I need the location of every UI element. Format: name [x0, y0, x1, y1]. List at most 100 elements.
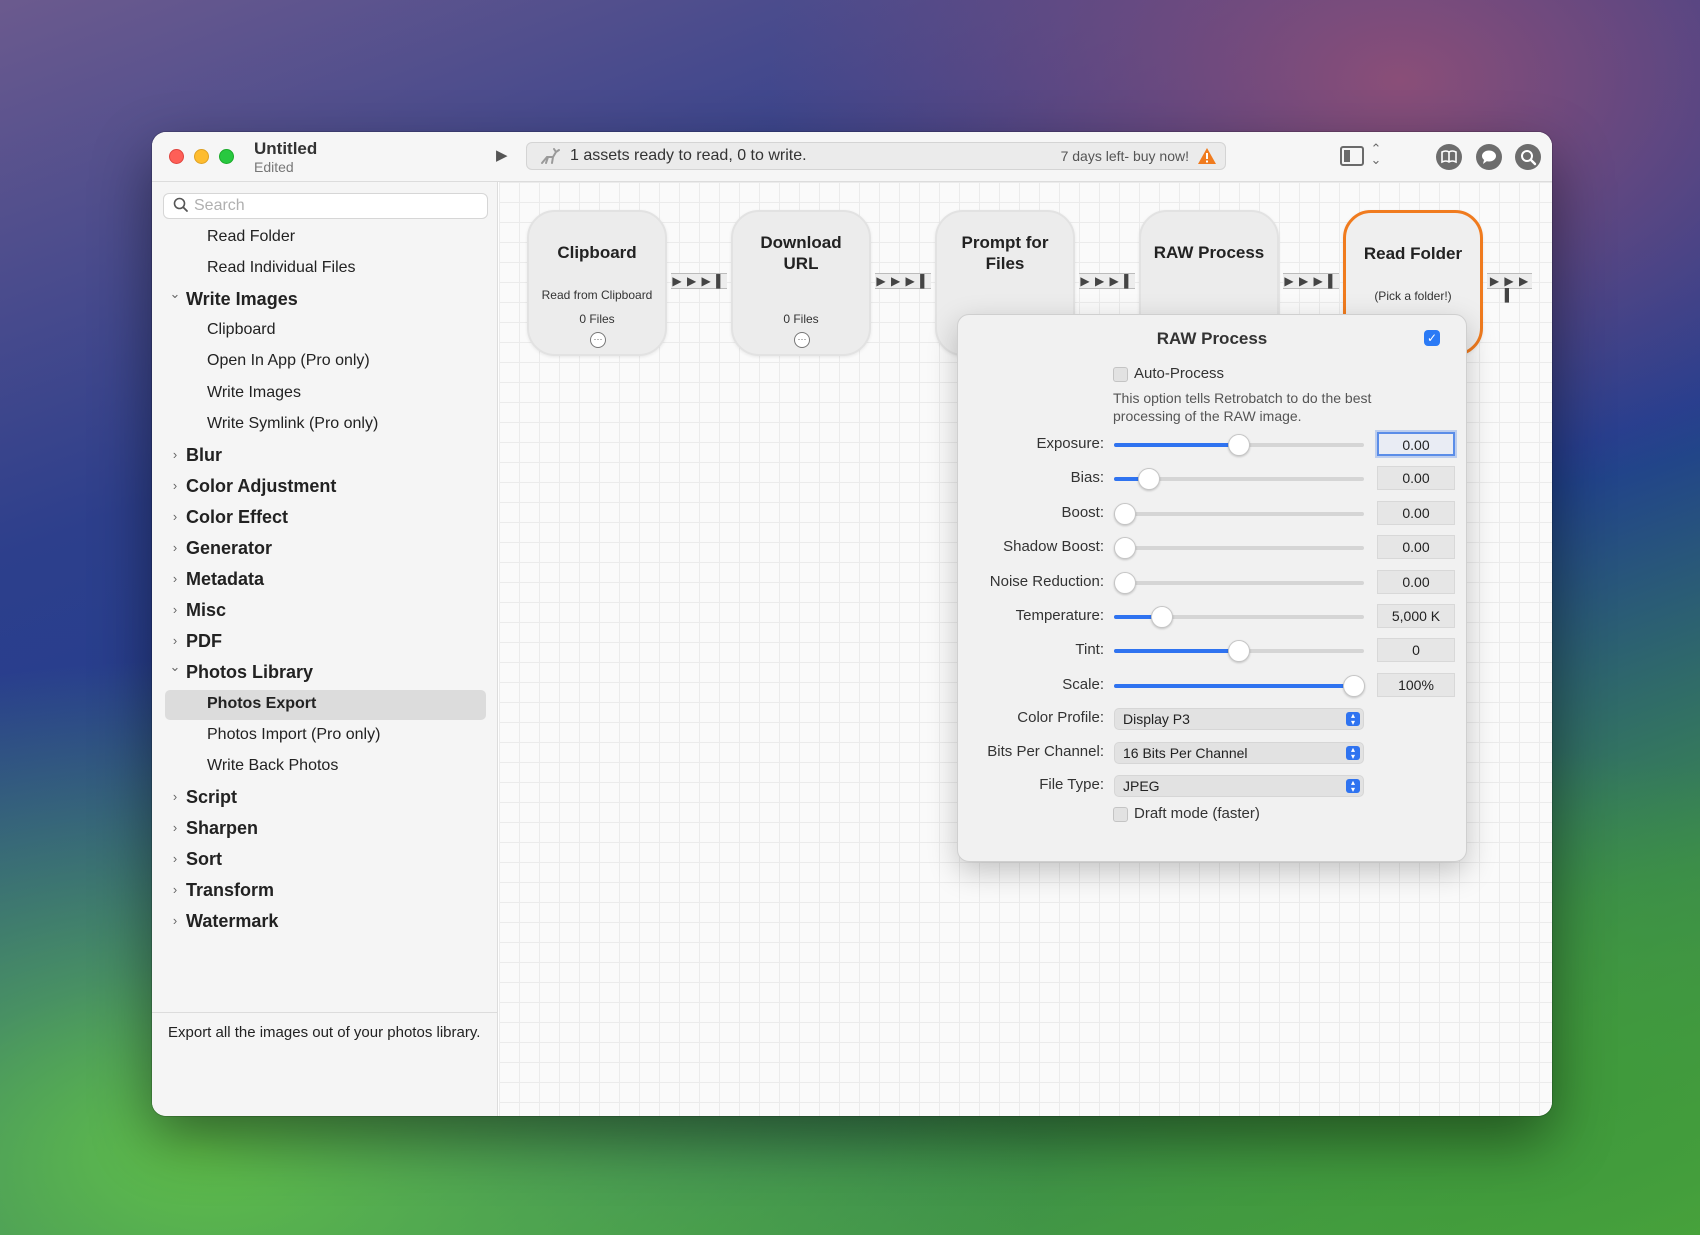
category-pdf[interactable]: › PDF — [152, 627, 498, 657]
slider-value-field[interactable]: 0.00 — [1377, 570, 1455, 594]
slider-label: Boost: — [1061, 504, 1104, 521]
popup-button[interactable]: JPEG ▴ ▾ — [1114, 775, 1364, 797]
slider-label: Noise Reduction: — [989, 573, 1104, 590]
category-write-images[interactable]: ⌄ Write Images — [152, 285, 498, 315]
category-photos-library[interactable]: ⌄ Photos Library — [152, 658, 498, 688]
node-title: RAW Process — [1153, 243, 1265, 262]
category-color-adjustment[interactable]: › Color Adjustment — [152, 472, 498, 502]
play-icon[interactable]: ▶ — [496, 147, 514, 165]
search-field[interactable] — [163, 193, 488, 219]
sidebar-item-write-images[interactable]: Write Images — [152, 379, 498, 409]
node-title: Download URL — [760, 233, 842, 273]
auto-process-checkbox[interactable] — [1113, 367, 1128, 382]
slider-knob[interactable] — [1228, 434, 1250, 456]
slider-value-field[interactable]: 5,000 K — [1377, 604, 1455, 628]
slider-knob[interactable] — [1228, 640, 1250, 662]
category-generator[interactable]: › Generator — [152, 534, 498, 564]
chevron-right-icon[interactable]: › — [168, 851, 182, 866]
slider-knob[interactable] — [1150, 606, 1173, 628]
chevron-right-icon[interactable]: › — [168, 602, 182, 617]
popup-button[interactable]: Display P3 ▴ ▾ — [1114, 708, 1364, 730]
slider-value-field[interactable]: 0.00 — [1377, 466, 1455, 490]
slider-label: Tint: — [1075, 641, 1104, 658]
warning-icon[interactable] — [1197, 147, 1217, 165]
sidebar-item-open-in-app-pro-only[interactable]: Open In App (Pro only) — [152, 347, 498, 377]
slider-track[interactable] — [1114, 434, 1364, 456]
slider-row-noise-reduction: Noise Reduction: 0.00 — [958, 567, 1468, 597]
category-label: Color Adjustment — [186, 476, 337, 496]
slider-knob[interactable] — [1114, 537, 1136, 559]
search-icon[interactable] — [1515, 144, 1541, 170]
category-blur[interactable]: › Blur — [152, 441, 498, 471]
trial-link[interactable]: 7 days left- buy now! — [1061, 148, 1189, 164]
more-icon[interactable]: ··· — [794, 332, 810, 348]
chevron-down-icon[interactable]: ⌄ — [168, 286, 182, 302]
category-label: Generator — [186, 538, 273, 558]
node-title: Read Folder — [1363, 244, 1463, 263]
minimize-button[interactable] — [194, 149, 209, 164]
chat-icon[interactable] — [1476, 144, 1502, 170]
node-clipboard[interactable]: Clipboard Read from Clipboard 0 Files ··· — [527, 210, 667, 356]
slider-knob[interactable] — [1114, 572, 1136, 594]
slider-track[interactable] — [1114, 640, 1364, 662]
chevron-right-icon[interactable]: › — [168, 882, 182, 897]
category-watermark[interactable]: › Watermark — [152, 907, 498, 937]
slider-track[interactable] — [1114, 572, 1364, 594]
sidebar-item-label: Write Images — [207, 384, 301, 401]
chevron-right-icon[interactable]: › — [168, 913, 182, 928]
chevron-right-icon[interactable]: › — [168, 478, 182, 493]
slider-value-field[interactable]: 0 — [1377, 638, 1455, 662]
sidebar-toggle-icon[interactable] — [1340, 146, 1364, 166]
slider-track[interactable] — [1114, 537, 1364, 559]
category-transform[interactable]: › Transform — [152, 876, 498, 906]
category-metadata[interactable]: › Metadata — [152, 565, 498, 595]
slider-knob[interactable] — [1343, 675, 1365, 697]
slider-knob[interactable] — [1138, 468, 1160, 490]
sidebar-item-read-folder[interactable]: Read Folder — [152, 223, 498, 253]
draft-mode-checkbox[interactable] — [1113, 807, 1128, 822]
chevron-right-icon[interactable]: › — [168, 633, 182, 648]
chevron-right-icon[interactable]: › — [168, 509, 182, 524]
category-sort[interactable]: › Sort — [152, 845, 498, 875]
search-input[interactable] — [194, 196, 479, 216]
chevron-right-icon[interactable]: › — [168, 820, 182, 835]
chevron-updown-icon[interactable]: ⌃ ⌄ — [1370, 142, 1382, 166]
connector-arrow: ▶ ▶ ▶ ▌ — [1079, 273, 1135, 289]
slider-row-temperature: Temperature: 5,000 K — [958, 601, 1468, 631]
connector-arrow: ▶ ▶ ▶ ▌ — [1283, 273, 1339, 289]
sidebar-item-photos-export[interactable]: Photos Export — [152, 690, 498, 720]
slider-track[interactable] — [1114, 675, 1365, 697]
chevron-right-icon[interactable]: › — [168, 571, 182, 586]
status-bar: 1 assets ready to read, 0 to write. 7 da… — [526, 142, 1226, 170]
slider-knob[interactable] — [1114, 503, 1136, 525]
enabled-checkbox[interactable]: ✓ — [1424, 330, 1440, 346]
popup-button[interactable]: 16 Bits Per Channel ▴ ▾ — [1114, 742, 1364, 764]
slider-value-field[interactable]: 0.00 — [1377, 535, 1455, 559]
category-misc[interactable]: › Misc — [152, 596, 498, 626]
slider-value-field[interactable]: 100% — [1377, 673, 1455, 697]
sidebar-item-write-back-photos[interactable]: Write Back Photos — [152, 752, 498, 782]
book-icon[interactable] — [1436, 144, 1462, 170]
zoom-button[interactable] — [219, 149, 234, 164]
slider-fill — [1114, 443, 1239, 447]
sidebar-item-clipboard[interactable]: Clipboard — [152, 316, 498, 346]
reindeer-icon — [539, 146, 561, 166]
close-button[interactable] — [169, 149, 184, 164]
slider-track[interactable] — [1114, 606, 1364, 628]
slider-track[interactable] — [1114, 503, 1364, 525]
category-color-effect[interactable]: › Color Effect — [152, 503, 498, 533]
more-icon[interactable]: ··· — [590, 332, 606, 348]
sidebar-item-read-individual-files[interactable]: Read Individual Files — [152, 254, 498, 284]
chevron-right-icon[interactable]: › — [168, 447, 182, 462]
chevron-right-icon[interactable]: › — [168, 540, 182, 555]
slider-track[interactable] — [1114, 468, 1364, 490]
node-download-url[interactable]: Download URL 0 Files ··· — [731, 210, 871, 356]
category-script[interactable]: › Script — [152, 783, 498, 813]
sidebar-item-photos-import-pro-only[interactable]: Photos Import (Pro only) — [152, 721, 498, 751]
category-sharpen[interactable]: › Sharpen — [152, 814, 498, 844]
chevron-right-icon[interactable]: › — [168, 789, 182, 804]
chevron-down-icon[interactable]: ⌄ — [168, 659, 182, 675]
sidebar-item-write-symlink-pro-only[interactable]: Write Symlink (Pro only) — [152, 410, 498, 440]
slider-value-field[interactable]: 0.00 — [1377, 432, 1455, 456]
slider-value-field[interactable]: 0.00 — [1377, 501, 1455, 525]
